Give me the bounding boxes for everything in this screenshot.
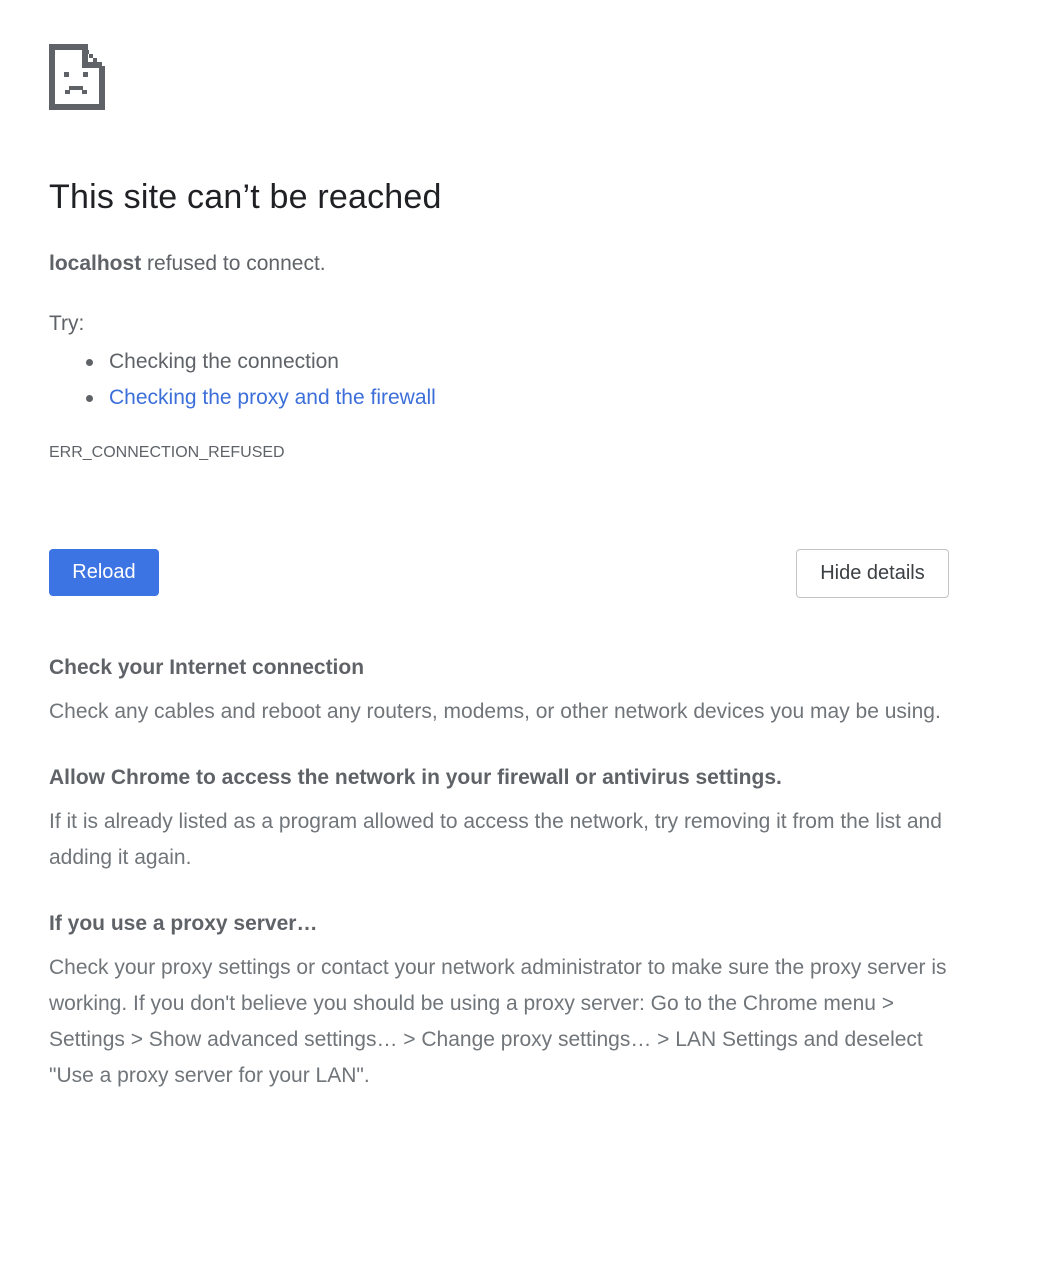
details-panel: Check your Internet connection Check any… — [49, 652, 949, 1126]
sad-page-icon — [49, 44, 105, 110]
bullet-icon — [86, 359, 93, 366]
error-code: ERR_CONNECTION_REFUSED — [49, 444, 285, 461]
section-heading: If you use a proxy server… — [49, 912, 318, 935]
page-title: This site can’t be reached — [49, 178, 442, 216]
error-summary: localhost refused to connect. — [49, 252, 326, 276]
bullet-icon — [86, 395, 93, 402]
suggestion-item-proxy-firewall: Checking the proxy and the firewall — [49, 380, 436, 416]
suggestion-label: Checking the connection — [109, 350, 339, 373]
section-body: Check any cables and reboot any routers,… — [49, 700, 941, 723]
host-name: localhost — [49, 252, 142, 275]
section-body: Check your proxy settings or contact you… — [49, 956, 947, 1087]
details-section-proxy: If you use a proxy server… Check your pr… — [49, 908, 949, 1094]
try-label: Try: — [49, 312, 85, 335]
details-section-internet: Check your Internet connection Check any… — [49, 652, 949, 730]
details-section-firewall: Allow Chrome to access the network in yo… — [49, 762, 949, 876]
reload-button[interactable]: Reload — [49, 549, 159, 596]
summary-text: refused to connect. — [141, 252, 326, 275]
proxy-firewall-link[interactable]: Checking the proxy and the firewall — [109, 386, 436, 409]
suggestion-item-connection: Checking the connection — [49, 344, 436, 380]
hide-details-button[interactable]: Hide details — [796, 549, 949, 598]
section-heading: Allow Chrome to access the network in yo… — [49, 766, 782, 789]
section-heading: Check your Internet connection — [49, 656, 365, 679]
section-body: If it is already listed as a program all… — [49, 810, 942, 869]
suggestion-list: Checking the connection Checking the pro… — [49, 344, 436, 416]
